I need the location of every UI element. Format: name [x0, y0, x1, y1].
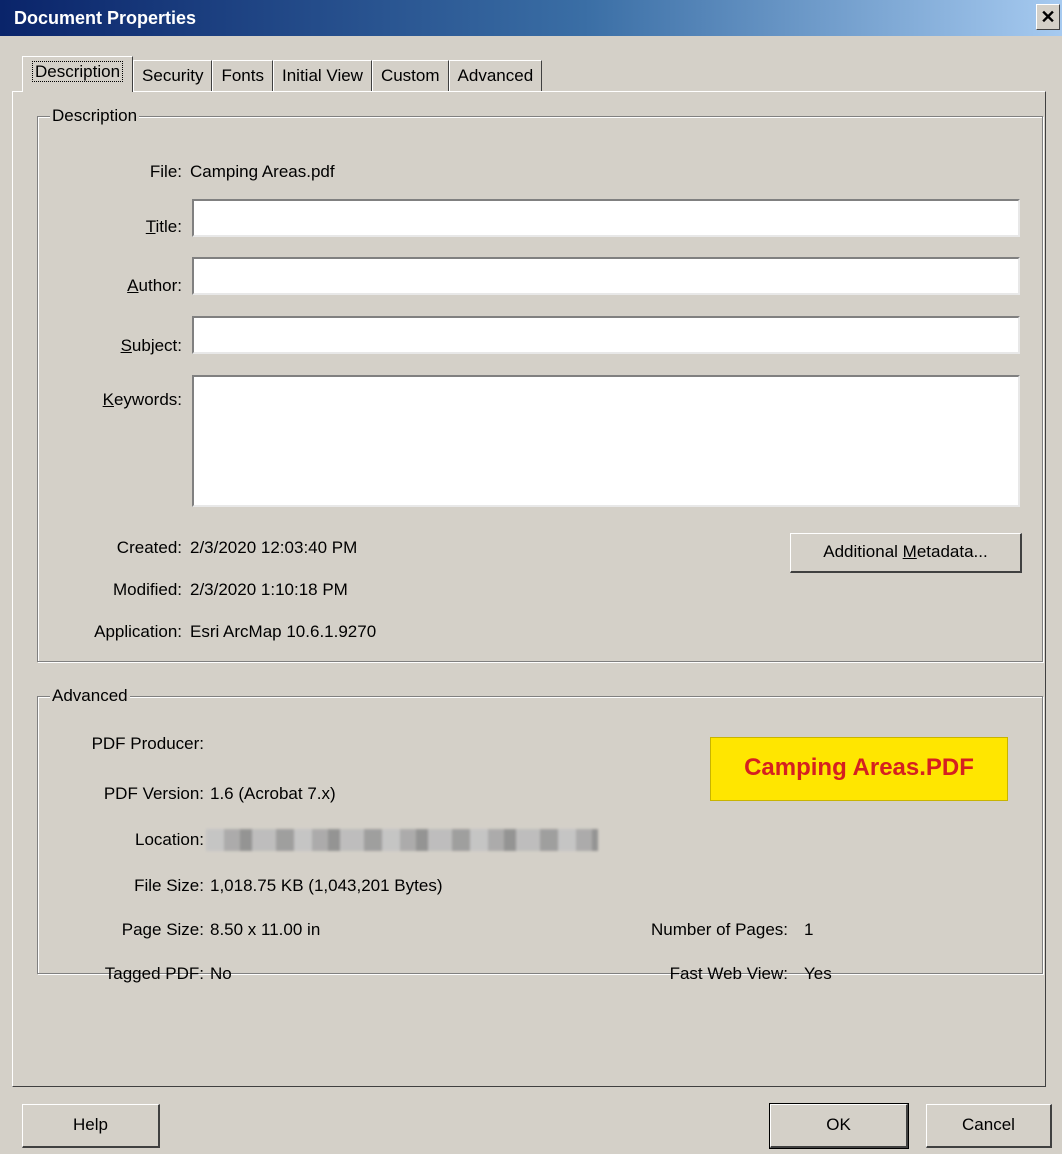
tab-custom[interactable]: Custom — [371, 60, 449, 92]
fast-web-view-value: Yes — [804, 964, 832, 983]
application-value: Esri ArcMap 10.6.1.9270 — [190, 622, 377, 641]
application-label: Application: — [94, 622, 182, 641]
description-group: Description File: Camping Areas.pdf Titl… — [37, 105, 1043, 662]
advanced-group-title: Advanced — [50, 685, 130, 707]
location-value-redacted — [206, 829, 598, 851]
created-value: 2/3/2020 12:03:40 PM — [190, 538, 358, 557]
page-size-label: Page Size: — [121, 920, 204, 939]
close-button[interactable]: ✕ — [1036, 4, 1060, 30]
tab-initial-view[interactable]: Initial View — [273, 60, 372, 92]
tagged-pdf-label: Tagged PDF: — [104, 964, 204, 983]
pdf-version-label: PDF Version: — [103, 784, 204, 803]
ok-button[interactable]: OK — [769, 1103, 909, 1149]
file-value: Camping Areas.pdf — [190, 162, 335, 181]
document-properties-dialog: Document Properties ✕ Description Securi… — [0, 0, 1062, 1154]
cancel-button[interactable]: Cancel — [926, 1104, 1052, 1148]
number-of-pages-label: Number of Pages: — [650, 920, 788, 939]
file-label: File: — [149, 162, 182, 181]
created-label: Created: — [116, 538, 182, 557]
fast-web-view-label: Fast Web View: — [669, 964, 788, 983]
tab-strip: Description Security Fonts Initial View … — [22, 56, 543, 92]
file-size-value: 1,018.75 KB (1,043,201 Bytes) — [210, 876, 443, 895]
subject-field[interactable] — [192, 316, 1020, 354]
keywords-field[interactable] — [192, 375, 1020, 507]
title-bar[interactable]: Document Properties ✕ — [0, 0, 1062, 36]
filename-overlay-badge: Camping Areas.PDF — [710, 737, 1008, 801]
keywords-label: Keywords: — [102, 390, 182, 409]
pdf-version-value: 1.6 (Acrobat 7.x) — [210, 784, 336, 803]
page-size-value: 8.50 x 11.00 in — [210, 920, 321, 939]
modified-value: 2/3/2020 1:10:18 PM — [190, 580, 348, 599]
close-icon: ✕ — [1040, 7, 1056, 27]
pdf-producer-label: PDF Producer: — [91, 734, 204, 753]
tab-security[interactable]: Security — [133, 60, 213, 92]
author-field[interactable] — [192, 257, 1020, 295]
tagged-pdf-value: No — [210, 964, 232, 983]
title-field[interactable] — [192, 199, 1020, 237]
dialog-title: Document Properties — [14, 8, 197, 28]
tab-advanced[interactable]: Advanced — [448, 60, 543, 92]
advanced-group: Advanced PDF Producer: PDF Version: 1.6 … — [37, 685, 1043, 983]
subject-label: Subject: — [120, 336, 182, 355]
file-size-label: File Size: — [134, 876, 204, 895]
number-of-pages-value: 1 — [804, 920, 814, 939]
additional-metadata-button[interactable]: Additional Metadata... — [790, 533, 1022, 573]
modified-label: Modified: — [113, 580, 182, 599]
tab-fonts[interactable]: Fonts — [212, 60, 273, 92]
description-group-title: Description — [50, 105, 140, 127]
help-button[interactable]: Help — [22, 1104, 160, 1148]
tab-description[interactable]: Description — [22, 56, 134, 92]
tab-panel: Description File: Camping Areas.pdf Titl… — [12, 91, 1046, 1087]
location-label: Location: — [135, 830, 204, 849]
author-label: Author: — [127, 276, 182, 295]
title-label: Title: — [145, 217, 182, 236]
